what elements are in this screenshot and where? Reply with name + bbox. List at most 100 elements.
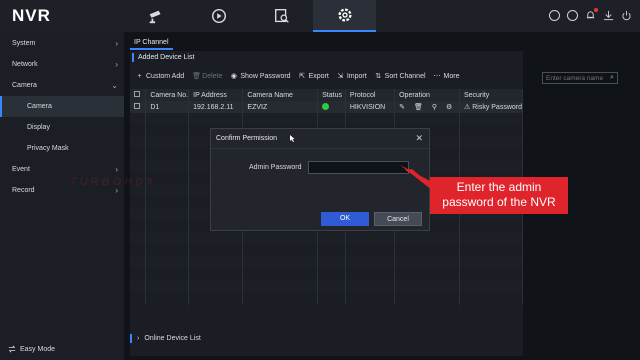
empty-cell (130, 293, 147, 305)
column-header[interactable]: IP Address (188, 89, 244, 101)
select-all-checkbox-cell[interactable] (130, 89, 147, 101)
empty-cell (188, 233, 244, 245)
empty-cell (459, 125, 524, 137)
empty-cell (130, 113, 147, 125)
empty-cell (459, 233, 524, 245)
admin-password-label: Admin Password (249, 164, 302, 171)
chevron-right-icon: › (137, 335, 140, 342)
nav-tab-configuration[interactable] (313, 0, 376, 32)
select-all-checkbox[interactable] (134, 91, 140, 97)
row-checkbox-cell[interactable] (130, 101, 147, 113)
sidebar-item-network[interactable]: Network › (0, 54, 124, 75)
export-button[interactable]: ⇱ Export (299, 73, 329, 80)
notification-badge (594, 8, 598, 12)
admin-password-input[interactable] (308, 161, 409, 174)
empty-cell (188, 269, 244, 281)
nav-tab-playback[interactable] (187, 0, 250, 32)
sort-channel-button[interactable]: ⇅ Sort Channel (375, 73, 425, 80)
show-password-button[interactable]: ◉ Show Password (230, 73, 291, 80)
sidebar-item-camera[interactable]: Camera ⌄ (0, 75, 124, 96)
confirm-permission-dialog: Confirm Permission ✕ Admin Password OK C… (210, 128, 430, 231)
operation-cell: ✎ 🗑 ⚲ ⚙ (394, 101, 460, 113)
chevron-right-icon: › (115, 39, 118, 48)
trash-icon: 🗑 (192, 73, 202, 80)
empty-cell (394, 293, 460, 305)
camera-search-input[interactable] (542, 72, 618, 84)
empty-cell (145, 149, 190, 161)
easy-mode-label: Easy Mode (20, 345, 56, 353)
close-icon[interactable]: ✕ (415, 133, 423, 144)
empty-cell (188, 293, 244, 305)
empty-cell (317, 293, 346, 305)
empty-cell (345, 293, 396, 305)
empty-cell (317, 281, 346, 293)
ip-address-cell: 192.168.2.11 (188, 101, 244, 113)
status-cell (317, 101, 346, 113)
empty-cell (459, 161, 524, 173)
empty-cell (394, 233, 460, 245)
empty-cell (242, 281, 319, 293)
table-row-empty (130, 293, 524, 305)
column-header[interactable]: Camera No. (145, 89, 190, 101)
column-header[interactable]: Protocol (345, 89, 396, 101)
top-bar: NVR (0, 0, 640, 32)
export-icon: ⇱ (299, 73, 306, 80)
info-icon[interactable] (549, 10, 560, 21)
empty-cell (394, 269, 460, 281)
table-row[interactable]: D1 192.168.2.11 EZVIZ HIKVISION ✎ 🗑 ⚲ ⚙ … (130, 101, 524, 113)
show-password-label: Show Password (240, 73, 291, 80)
empty-cell (242, 233, 319, 245)
gear-icon[interactable]: ⚙ (446, 103, 452, 111)
ok-button[interactable]: OK (321, 212, 369, 226)
camera-icon (149, 10, 160, 24)
delete-button[interactable]: 🗑 Delete (192, 73, 222, 80)
easy-mode-toggle[interactable]: Easy Mode (8, 345, 55, 353)
online-device-list-toggle[interactable]: › Online Device List (130, 334, 201, 343)
empty-cell (394, 113, 460, 125)
security-status: Risky Password (472, 104, 522, 111)
sidebar-item-label: Record (12, 187, 35, 194)
sidebar-subitem-privacy-mask[interactable]: Privacy Mask (0, 138, 124, 159)
divider (211, 148, 429, 149)
power-icon[interactable] (621, 10, 632, 21)
import-button[interactable]: ⇲ Import (337, 73, 366, 80)
nav-tab-search[interactable] (250, 0, 313, 32)
edit-icon[interactable]: ✎ (399, 103, 405, 111)
empty-cell (394, 257, 460, 269)
empty-cell (394, 245, 460, 257)
empty-cell (130, 137, 147, 149)
column-header[interactable]: Camera Name (242, 89, 319, 101)
nav-tab-live-view[interactable] (124, 0, 187, 32)
more-button[interactable]: ⋯ More (434, 73, 460, 80)
empty-cell (145, 125, 190, 137)
empty-cell (459, 257, 524, 269)
delete-label: Delete (202, 73, 223, 80)
custom-add-button[interactable]: + Custom Add (136, 73, 184, 80)
search-icon[interactable]: ⌕ (610, 74, 614, 82)
sidebar-subitem-display[interactable]: Display (0, 117, 124, 138)
empty-cell (345, 281, 396, 293)
chevron-down-icon: ⌄ (111, 81, 118, 90)
upgrade-icon[interactable]: ⚲ (432, 103, 437, 111)
empty-cell (130, 269, 147, 281)
tab-ip-channel[interactable]: IP Channel (130, 37, 173, 50)
empty-cell (130, 197, 147, 209)
trash-icon[interactable]: 🗑 (414, 103, 423, 111)
sidebar-item-label: Camera (12, 82, 37, 89)
sidebar: System › Network › Camera ⌄ Camera Display … (0, 32, 124, 360)
play-circle-icon[interactable] (567, 10, 578, 21)
cancel-button[interactable]: Cancel (374, 212, 422, 226)
empty-cell (188, 281, 244, 293)
mouse-cursor-icon (290, 135, 295, 142)
column-header[interactable]: Status (317, 89, 346, 101)
toolbar: + Custom Add 🗑 Delete ◉ Show Password ⇱ Expo… (136, 73, 459, 80)
empty-cell (459, 269, 524, 281)
bell-icon[interactable] (585, 8, 598, 21)
sidebar-item-system[interactable]: System › (0, 33, 124, 54)
row-checkbox[interactable] (134, 103, 140, 109)
sidebar-subitem-camera[interactable]: Camera (0, 96, 124, 117)
empty-cell (145, 161, 190, 173)
more-dots-icon: ⋯ (433, 73, 441, 80)
download-icon[interactable] (603, 10, 614, 21)
column-header[interactable]: Security (459, 89, 524, 101)
